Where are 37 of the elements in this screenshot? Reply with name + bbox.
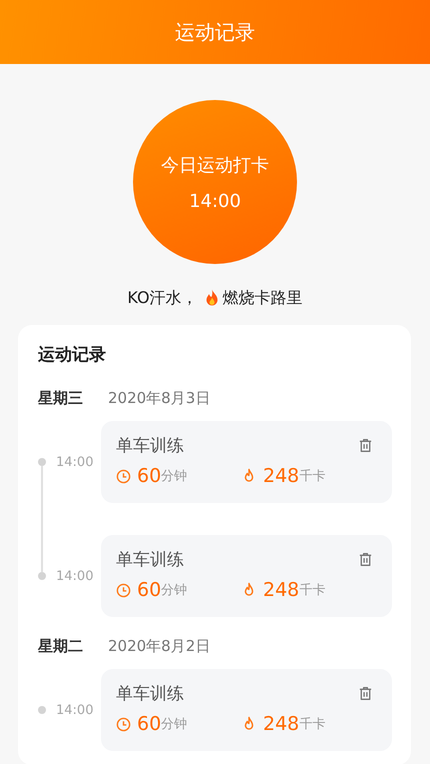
- record-entry-card[interactable]: 单车训练 60分钟 248千卡: [101, 421, 392, 503]
- clock-icon: [116, 468, 131, 484]
- section-title: 运动记录: [38, 344, 107, 366]
- duration-unit: 分钟: [161, 582, 188, 599]
- duration-value: 60: [137, 579, 162, 601]
- calorie-unit: 千卡: [299, 582, 326, 599]
- calorie-value: 248: [263, 579, 300, 601]
- slogan-text: KO汗水，: [127, 288, 198, 308]
- trash-icon[interactable]: [358, 686, 373, 701]
- entry-time: 14:00: [56, 568, 94, 584]
- flame-icon: [204, 289, 220, 307]
- duration-value: 60: [137, 713, 162, 735]
- calorie-unit: 千卡: [299, 716, 326, 733]
- page-title: 运动记录: [175, 18, 255, 46]
- calorie-value: 248: [263, 713, 300, 735]
- exercise-name: 单车训练: [116, 435, 184, 457]
- date-label: 2020年8月2日: [108, 636, 210, 656]
- date-label: 2020年8月3日: [108, 388, 210, 408]
- trash-icon[interactable]: [358, 438, 373, 453]
- trash-icon[interactable]: [358, 552, 373, 567]
- duration-value: 60: [137, 465, 162, 487]
- clock-icon: [116, 716, 131, 732]
- weekday-label: 星期三: [38, 388, 84, 408]
- exercise-name: 单车训练: [116, 683, 184, 705]
- duration-unit: 分钟: [161, 468, 188, 485]
- clock-icon: [116, 582, 131, 598]
- slogan-text: 燃烧卡路里: [222, 288, 303, 308]
- calorie-unit: 千卡: [299, 468, 326, 485]
- record-entry-card[interactable]: 单车训练 60分钟 248千卡: [101, 669, 392, 751]
- exercise-name: 单车训练: [116, 549, 184, 571]
- entry-time: 14:00: [56, 702, 94, 718]
- entry-time: 14:00: [56, 454, 94, 470]
- calorie-value: 248: [263, 465, 300, 487]
- timeline-dot: [38, 706, 46, 714]
- weekday-label: 星期二: [38, 636, 84, 656]
- duration-unit: 分钟: [161, 716, 188, 733]
- record-entry-card[interactable]: 单车训练 60分钟 248千卡: [101, 535, 392, 617]
